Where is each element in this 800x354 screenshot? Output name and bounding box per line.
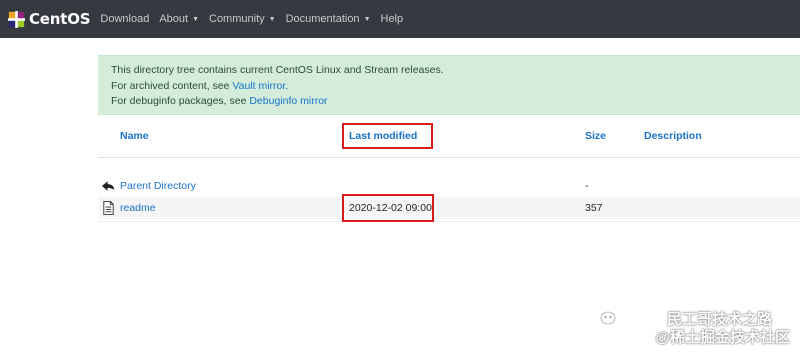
- debuginfo-mirror-link[interactable]: Debuginfo mirror: [249, 95, 327, 107]
- watermark-line2: @稀土掘金技术社区: [655, 329, 790, 346]
- table-row: readme 2020-12-02 09:00 357: [98, 194, 800, 222]
- table-row: Parent Directory -: [98, 175, 800, 197]
- nav-help[interactable]: Help: [381, 13, 404, 25]
- vault-mirror-link[interactable]: Vault mirror.: [232, 80, 288, 92]
- sort-by-description-link[interactable]: Description: [644, 130, 702, 142]
- nav-community[interactable]: Community ▼: [209, 13, 276, 25]
- brand-name: CentOS: [29, 10, 91, 28]
- alert-text-debuginfo: For debuginfo packages, see: [111, 95, 250, 107]
- highlight-box-modified-date: [342, 194, 434, 222]
- alert-line-debuginfo: For debuginfo packages, see Debuginfo mi…: [111, 94, 800, 110]
- highlight-box-last-modified: [342, 123, 433, 149]
- nav-documentation[interactable]: Documentation ▼: [286, 13, 371, 25]
- caret-down-icon: ▼: [268, 15, 276, 23]
- nav-community-label: Community: [209, 13, 265, 25]
- nav-about-label: About: [159, 13, 189, 25]
- parent-directory-link[interactable]: Parent Directory: [120, 180, 196, 192]
- text-file-icon: [103, 200, 114, 216]
- table-spacer: [98, 158, 800, 175]
- nav-about[interactable]: About ▼: [159, 13, 199, 25]
- alert-text-vault: For archived content, see: [111, 79, 233, 92]
- table-bottom-divider: [98, 221, 800, 222]
- caret-down-icon: ▼: [363, 15, 371, 23]
- directory-listing: Name Last modified Size Description Pare…: [98, 118, 800, 222]
- readme-link[interactable]: readme: [120, 202, 156, 214]
- info-alert: This directory tree contains current Cen…: [98, 55, 800, 115]
- row-size: 357: [585, 202, 603, 214]
- wechat-icon: [600, 311, 616, 325]
- alert-line-releases: This directory tree contains current Cen…: [111, 63, 800, 79]
- caret-down-icon: ▼: [192, 15, 199, 23]
- table-header: Name Last modified Size Description: [98, 118, 800, 158]
- watermark: 民工哥技术之路 @稀土掘金技术社区: [600, 310, 790, 346]
- centos-logo-icon: [8, 10, 25, 28]
- nav-download-label: Download: [100, 13, 150, 25]
- top-navbar: CentOS Download About ▼ Community ▼ Docu…: [0, 0, 800, 38]
- alert-text-releases: This directory tree contains current Cen…: [111, 64, 444, 76]
- parent-directory-icon: [101, 181, 115, 191]
- sort-by-size-link[interactable]: Size: [585, 130, 606, 142]
- row-size: -: [585, 180, 589, 192]
- alert-line-vault: For archived content, see Vault mirror.: [111, 79, 800, 95]
- brand[interactable]: CentOS: [8, 10, 91, 28]
- nav-download[interactable]: Download: [100, 13, 149, 25]
- nav-documentation-label: Documentation: [285, 13, 360, 25]
- sort-by-name-link[interactable]: Name: [120, 130, 149, 142]
- nav-help-label: Help: [380, 13, 404, 25]
